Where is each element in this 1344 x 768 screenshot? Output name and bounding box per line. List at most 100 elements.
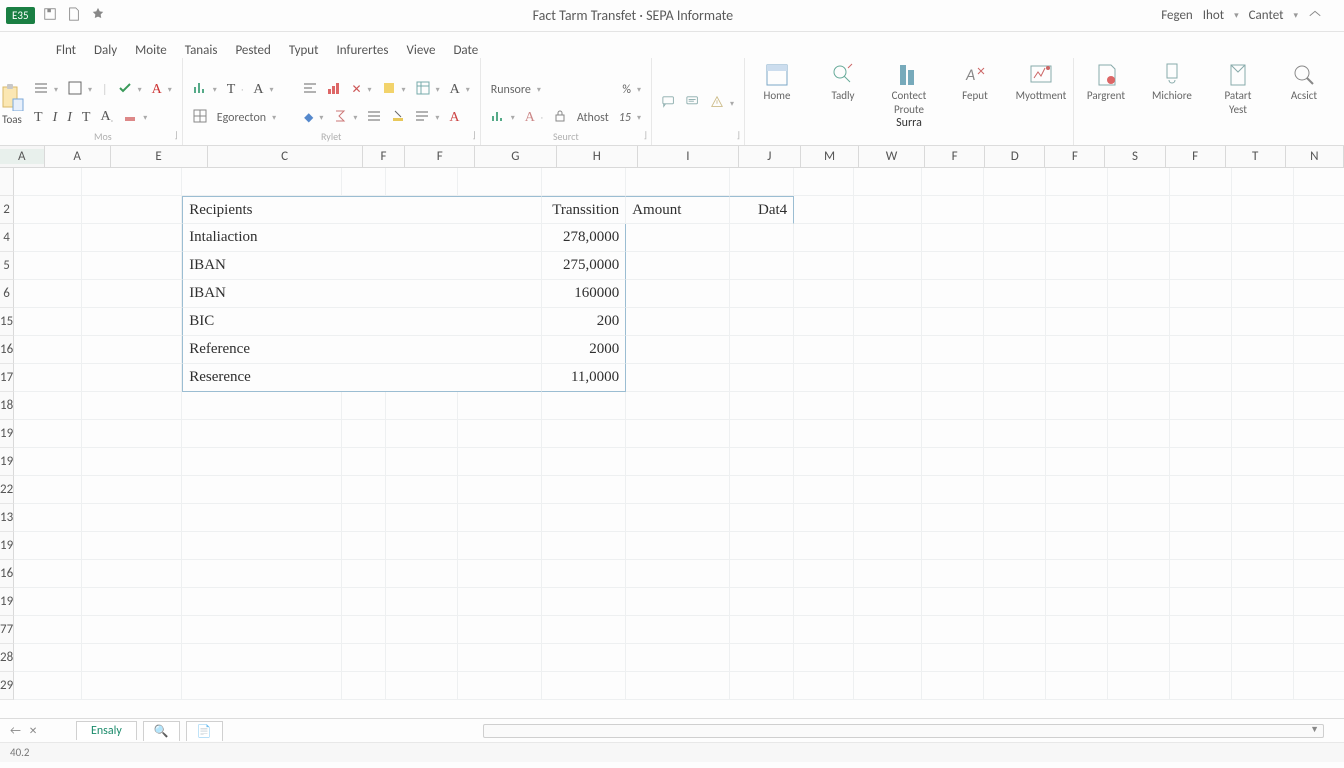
cell[interactable]: Amount [626, 196, 730, 224]
row-header[interactable]: 6 [0, 280, 14, 308]
save-icon[interactable] [43, 7, 57, 25]
font-color-icon[interactable]: A [152, 82, 162, 98]
col-header[interactable]: A [0, 149, 44, 164]
col-header[interactable]: F [1045, 146, 1105, 167]
ribbon-tab[interactable]: Pested [235, 43, 270, 58]
font-red-icon[interactable]: A [449, 110, 459, 126]
chevron-down-icon[interactable]: ▾ [1293, 10, 1298, 21]
big-button[interactable]: Pargrent [1082, 62, 1130, 116]
warning-icon[interactable] [710, 95, 724, 113]
cells-area[interactable]: Recipients Transsition Amount Dat4 Intal… [14, 168, 1344, 718]
font-icon[interactable]: A [253, 82, 263, 98]
align-icon[interactable] [34, 81, 48, 99]
chart-bars-icon[interactable] [327, 81, 341, 99]
col-header[interactable]: F [405, 146, 475, 167]
ribbon-tab[interactable]: Vieve [406, 43, 435, 58]
cell[interactable]: 275,0000 [542, 252, 626, 280]
title-right-fegen[interactable]: Fegen [1161, 8, 1193, 23]
cell[interactable]: 2000 [542, 336, 626, 364]
col-header[interactable]: F [363, 146, 406, 167]
row-header[interactable]: 13 [0, 504, 14, 532]
row-header[interactable]: 77 [0, 616, 14, 644]
row-header[interactable]: 4 [0, 224, 14, 252]
athost-label[interactable]: Athost [577, 111, 609, 125]
chart-icon[interactable] [193, 81, 207, 99]
big-button[interactable]: ContectProute [885, 62, 933, 116]
big-button[interactable]: Myottment [1017, 62, 1065, 116]
sigma-icon[interactable] [333, 109, 347, 127]
border-icon[interactable] [68, 81, 82, 99]
align-icon[interactable] [367, 109, 381, 127]
dialog-launcher-icon[interactable]: ⌋ [472, 130, 476, 141]
note-icon[interactable] [686, 95, 700, 113]
fill-color-icon[interactable] [382, 81, 396, 99]
align-justify-icon[interactable] [415, 109, 429, 127]
title-right-ihot[interactable]: Ihot [1203, 8, 1224, 23]
col-header[interactable]: C [208, 146, 363, 167]
col-header[interactable]: A [45, 146, 111, 167]
cell[interactable]: 278,0000 [542, 224, 626, 252]
big-button[interactable]: Michiore [1148, 62, 1196, 116]
sheet-tab[interactable]: Ensaly [76, 721, 137, 740]
sheet-tab-search-icon[interactable]: 🔍 [143, 721, 180, 741]
horizontal-scrollbar[interactable]: ▼ [483, 724, 1324, 738]
col-header[interactable]: T [1226, 146, 1286, 167]
col-header[interactable]: F [1166, 146, 1226, 167]
minimize-ribbon-icon[interactable] [1308, 7, 1322, 25]
dialog-launcher-icon[interactable]: ⌋ [643, 130, 647, 141]
italic-icon[interactable]: I [67, 110, 72, 126]
col-header[interactable]: H [557, 146, 638, 167]
cell[interactable]: Dat4 [730, 196, 794, 224]
cell[interactable]: Recipients [182, 196, 542, 224]
dialog-launcher-icon[interactable]: ⌋ [174, 130, 178, 141]
font-size-icon[interactable]: T [227, 82, 236, 98]
cell[interactable]: IBAN [182, 280, 542, 308]
row-header[interactable]: 19 [0, 532, 14, 560]
table-icon[interactable] [416, 81, 430, 99]
cell[interactable]: Reserence [182, 364, 542, 392]
cell[interactable]: Intaliaction [182, 224, 542, 252]
col-header[interactable]: W [859, 146, 925, 167]
font-icon[interactable]: A [525, 110, 535, 126]
title-right-cantet[interactable]: Cantet [1249, 8, 1284, 23]
new-document-icon[interactable] [67, 7, 81, 25]
runsore-dropdown[interactable]: Runsore [491, 83, 531, 97]
ribbon-tab[interactable]: Daly [94, 43, 117, 58]
check-icon[interactable] [118, 81, 132, 99]
egorection-label[interactable]: Egorecton [217, 111, 266, 125]
cell[interactable]: 200 [542, 308, 626, 336]
row-header[interactable]: 19 [0, 588, 14, 616]
italic-icon[interactable]: I [53, 110, 58, 126]
row-header[interactable]: 18 [0, 392, 14, 420]
col-header[interactable]: N [1286, 146, 1344, 167]
ribbon-tab[interactable]: Moite [135, 43, 167, 58]
align-left-icon[interactable] [303, 81, 317, 99]
cell[interactable]: Transsition [542, 196, 626, 224]
big-button[interactable]: PatartYest [1214, 62, 1262, 116]
ribbon-tab[interactable]: Tanais [185, 43, 218, 58]
row-header[interactable]: 28 [0, 644, 14, 672]
col-header[interactable]: J [739, 146, 801, 167]
comment-icon[interactable] [662, 95, 676, 113]
row-header[interactable]: 16 [0, 336, 14, 364]
fill-icon[interactable] [123, 109, 137, 127]
cell[interactable]: 11,0000 [542, 364, 626, 392]
chart-icon[interactable] [491, 109, 505, 127]
col-header[interactable]: G [475, 146, 556, 167]
row-header[interactable]: 19 [0, 420, 14, 448]
diamond-icon[interactable]: ◆ [304, 110, 313, 125]
percent-icon[interactable]: % [622, 83, 631, 97]
dialog-launcher-icon[interactable]: ⌋ [736, 130, 740, 141]
big-button[interactable]: Home [753, 62, 801, 116]
highlight-icon[interactable] [391, 109, 405, 127]
cell[interactable]: BIC [182, 308, 542, 336]
col-header[interactable]: M [801, 146, 859, 167]
chevron-down-icon[interactable]: ▾ [1234, 10, 1239, 21]
cell[interactable]: IBAN [182, 252, 542, 280]
ribbon-tab[interactable]: Infurertes [336, 43, 388, 58]
row-header[interactable]: 2 [0, 196, 14, 224]
big-button[interactable]: AFeput [951, 62, 999, 116]
star-icon[interactable] [91, 7, 105, 25]
font-color-icon[interactable]: A [450, 82, 460, 98]
font-icon[interactable]: A· [100, 109, 113, 126]
